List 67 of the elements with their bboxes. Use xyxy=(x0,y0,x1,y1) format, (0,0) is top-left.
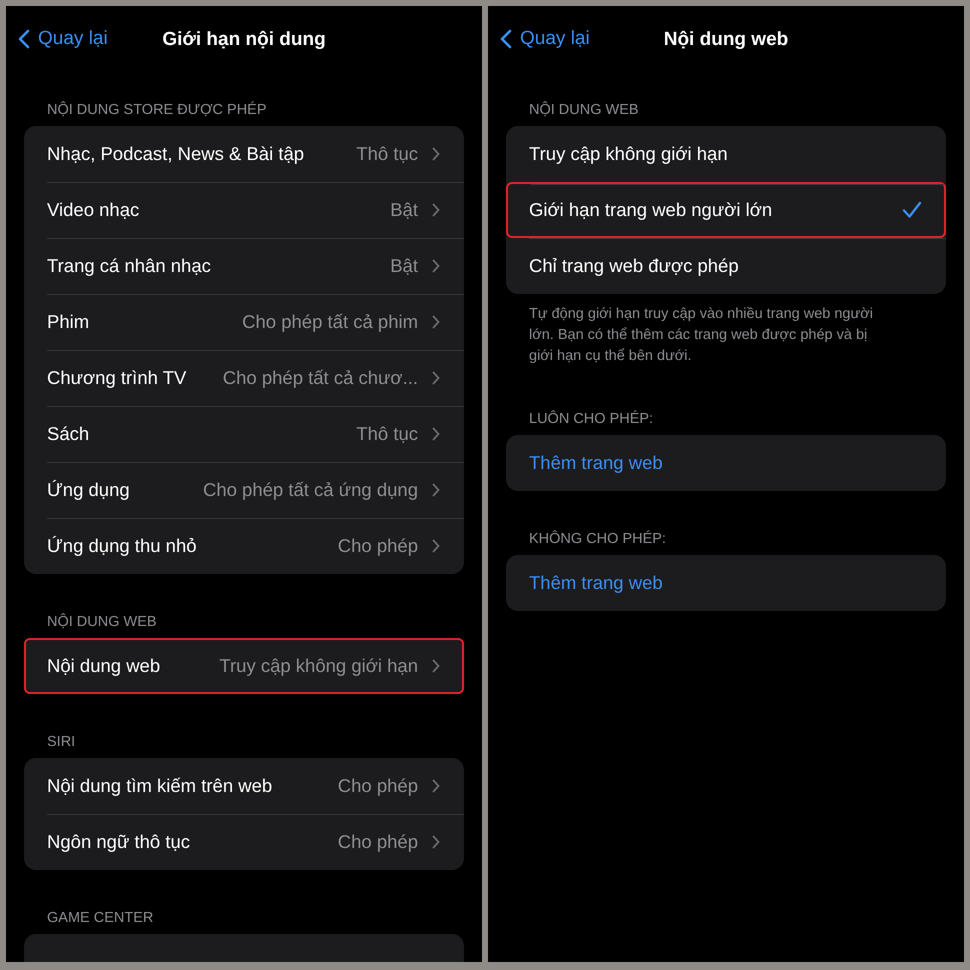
section-header: NỘI DUNG STORE ĐƯỢC PHÉP xyxy=(46,100,268,120)
option-label: Truy cập không giới hạn xyxy=(529,143,728,165)
section-header: KHÔNG CHO PHÉP: xyxy=(528,529,667,549)
row-value: Bật xyxy=(390,255,418,277)
chevron-icon xyxy=(432,371,440,385)
row-value: Bật xyxy=(390,199,418,221)
section-header: SIRI xyxy=(46,733,76,752)
row-value: Thô tục xyxy=(356,143,418,165)
row-value: Cho phép tất cả phim xyxy=(242,311,418,333)
settings-row[interactable]: Ngôn ngữ thô tục Cho phép xyxy=(24,814,464,870)
screen-title: Giới hạn nội dung xyxy=(162,29,326,51)
option-label: Giới hạn trang web người lớn xyxy=(529,199,772,221)
section-header: LUÔN CHO PHÉP: xyxy=(528,409,654,429)
row-value: Cho phép xyxy=(338,535,418,557)
option-row[interactable]: Truy cập không giới hạn xyxy=(506,126,946,182)
chevron-icon xyxy=(432,659,440,673)
row-label: Phim xyxy=(47,311,90,333)
back-chevron-icon xyxy=(500,29,512,49)
chevron-icon xyxy=(432,539,440,553)
row-label: Ngôn ngữ thô tục xyxy=(47,831,190,853)
back-button[interactable]: Quay lại xyxy=(496,26,594,52)
row-value: Truy cập không giới hạn xyxy=(219,655,418,677)
settings-row[interactable]: Nội dung tìm kiếm trên web Cho phép xyxy=(24,758,464,814)
chevron-icon xyxy=(432,483,440,497)
settings-row[interactable]: Ứng dụng Cho phép tất cả ứng dụng xyxy=(24,462,464,518)
settings-row[interactable]: Video nhạc Bật xyxy=(24,182,464,238)
row-label: Nhạc, Podcast, News & Bài tập xyxy=(47,143,304,165)
settings-row[interactable]: Nhạc, Podcast, News & Bài tập Thô tục xyxy=(24,126,464,182)
section-header: GAME CENTER xyxy=(46,909,154,928)
footer-note: Tự động giới hạn truy cập vào nhiều trang web người lớn. Bạn có thể thêm các trang web được phép và bị giới hạn cụ thể bên dưới. xyxy=(528,305,874,366)
chevron-icon xyxy=(432,427,440,441)
section-header: NỘI DUNG WEB xyxy=(528,100,640,120)
row-label: Sách xyxy=(47,423,90,445)
settings-row[interactable]: Phim Cho phép tất cả phim xyxy=(24,294,464,350)
add-website-link[interactable]: Thêm trang web xyxy=(529,452,663,474)
row-label: Ứng dụng xyxy=(47,479,130,501)
option-label: Chỉ trang web được phép xyxy=(529,255,739,277)
row-label: Ứng dụng thu nhỏ xyxy=(47,535,197,557)
row-value: Cho phép tất cả ứng dụng xyxy=(202,479,418,501)
row-value: Cho phép xyxy=(338,775,418,797)
add-website-link[interactable]: Thêm trang web xyxy=(529,572,663,594)
settings-row[interactable]: Chương trình TV Cho phép tất cả chươ... xyxy=(24,350,464,406)
settings-row[interactable]: Ứng dụng thu nhỏ Cho phép xyxy=(24,518,464,574)
row-label: Nội dung web xyxy=(47,655,160,677)
back-button[interactable]: Quay lại xyxy=(14,26,112,52)
row-value: Thô tục xyxy=(356,423,418,445)
row-label: Trang cá nhân nhạc xyxy=(47,255,211,277)
settings-row[interactable]: Nội dung web Truy cập không giới hạn xyxy=(24,638,464,694)
checkmark-icon xyxy=(902,201,922,219)
row-label: Chương trình TV xyxy=(47,367,186,389)
row-label: Video nhạc xyxy=(47,199,140,221)
row-value: Cho phép xyxy=(338,831,418,853)
row-value: Cho phép tất cả chươ... xyxy=(222,367,418,389)
chevron-icon xyxy=(432,147,440,161)
settings-row[interactable]: Trang cá nhân nhạc Bật xyxy=(24,238,464,294)
option-row[interactable]: Giới hạn trang web người lớn xyxy=(506,182,946,238)
settings-row[interactable]: Sách Thô tục xyxy=(24,406,464,462)
option-row[interactable]: Chỉ trang web được phép xyxy=(506,238,946,294)
chevron-icon xyxy=(432,315,440,329)
screen-title: Nội dung web xyxy=(664,29,788,51)
section-header: NỘI DUNG WEB xyxy=(46,612,158,632)
row-label: Nội dung tìm kiếm trên web xyxy=(47,775,272,797)
chevron-icon xyxy=(432,835,440,849)
chevron-icon xyxy=(432,779,440,793)
back-chevron-icon xyxy=(18,29,30,49)
chevron-icon xyxy=(432,259,440,273)
chevron-icon xyxy=(432,203,440,217)
